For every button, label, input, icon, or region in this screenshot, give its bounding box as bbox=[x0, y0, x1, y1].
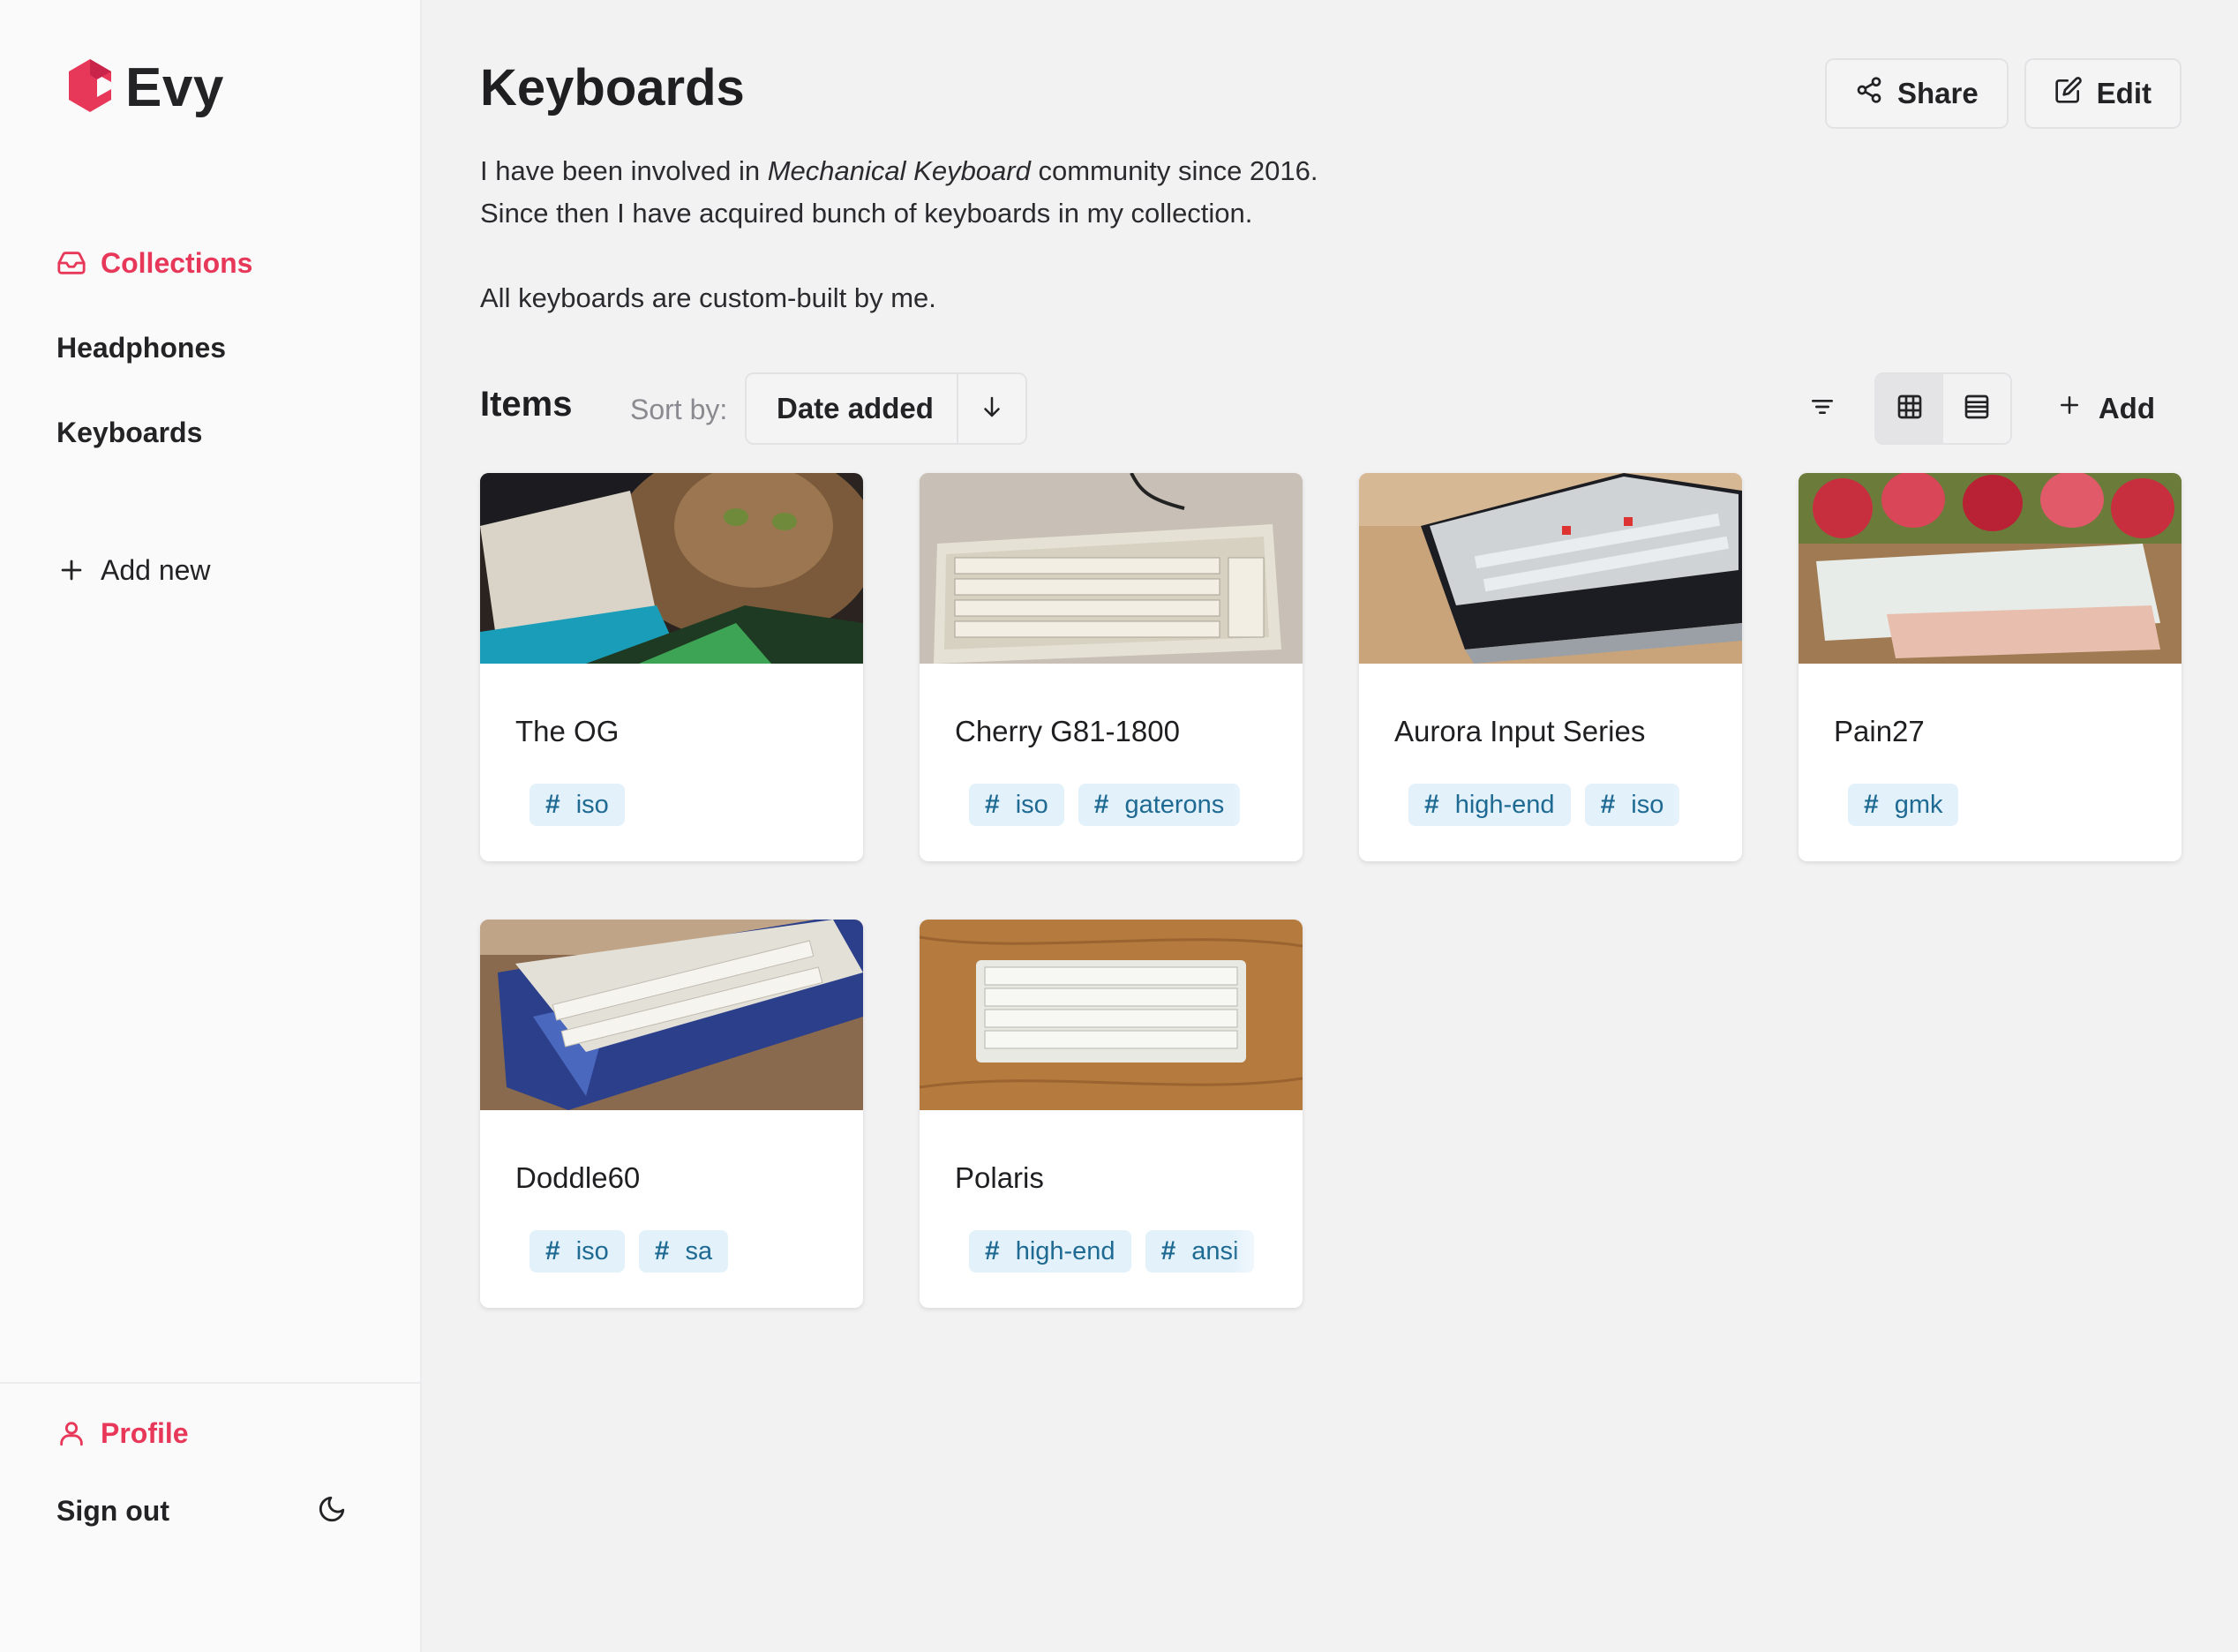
item-tags: # iso bbox=[529, 784, 838, 826]
sort-value[interactable]: Date added bbox=[747, 392, 957, 425]
edit-button[interactable]: Edit bbox=[2024, 58, 2182, 129]
profile-label: Profile bbox=[101, 1416, 189, 1449]
sidebar-nav: Collections Headphones Keyboards bbox=[56, 235, 392, 489]
evy-logo-icon bbox=[65, 57, 115, 118]
hash-icon: # bbox=[654, 1236, 670, 1265]
share-button[interactable]: Share bbox=[1824, 58, 2009, 129]
sidebar-item-label: Collections bbox=[101, 246, 253, 279]
item-card[interactable]: Cherry G81-1800 # iso # gaterons bbox=[920, 473, 1303, 861]
tag[interactable]: # sa bbox=[638, 1230, 729, 1273]
main-content: Keyboards Share Edit I have been involve… bbox=[480, 0, 2182, 1652]
tag[interactable]: # iso bbox=[969, 784, 1064, 826]
hash-icon: # bbox=[1160, 1236, 1176, 1265]
item-title: Pain27 bbox=[1834, 715, 1925, 747]
add-new-label: Add new bbox=[101, 553, 211, 586]
moon-icon bbox=[317, 1494, 347, 1528]
sidebar-item-collections[interactable]: Collections bbox=[56, 235, 392, 291]
item-image bbox=[480, 473, 863, 664]
item-card[interactable]: The OG # iso bbox=[480, 473, 863, 861]
add-new-collection-button[interactable]: Add new bbox=[56, 542, 211, 598]
sort-label: Sort by: bbox=[630, 394, 728, 425]
grid-view-button[interactable] bbox=[1876, 374, 1943, 443]
filter-icon bbox=[1808, 393, 1836, 425]
item-card[interactable]: Pain27 # gmk bbox=[1799, 473, 2182, 861]
hash-icon: # bbox=[1864, 790, 1879, 819]
header-actions: Share Edit bbox=[1824, 58, 2182, 129]
hash-icon: # bbox=[1600, 790, 1616, 819]
collection-description: I have been involved in Mechanical Keybo… bbox=[480, 150, 1716, 319]
item-image bbox=[1799, 473, 2182, 664]
tag[interactable]: # gaterons bbox=[1078, 784, 1241, 826]
inbox-icon bbox=[56, 248, 86, 278]
plus-icon bbox=[2056, 392, 2099, 425]
description-line-2: Since then I have acquired bunch of keyb… bbox=[480, 198, 1253, 229]
grid-icon bbox=[1896, 393, 1924, 425]
description-line-3: All keyboards are custom-built by me. bbox=[480, 282, 936, 313]
tag[interactable]: # high-end bbox=[1408, 784, 1571, 826]
add-item-button[interactable]: Add bbox=[2056, 385, 2155, 432]
tag[interactable]: # iso bbox=[1584, 784, 1680, 826]
sort-select[interactable]: Date added bbox=[745, 372, 1027, 445]
sidebar: Evy Collections Headphones Keyboards Add… bbox=[0, 0, 422, 1652]
item-tags: # high-end # iso bbox=[1408, 784, 1717, 826]
tag[interactable]: # ansi bbox=[1145, 1230, 1255, 1273]
sidebar-item-keyboards[interactable]: Keyboards bbox=[56, 404, 392, 461]
hash-icon: # bbox=[545, 1236, 560, 1265]
sidebar-item-label: Headphones bbox=[56, 331, 227, 364]
item-tags: # gmk bbox=[1848, 784, 2157, 826]
item-title: Polaris bbox=[955, 1161, 1044, 1194]
edit-label: Edit bbox=[2096, 77, 2152, 109]
item-image bbox=[920, 473, 1303, 664]
hash-icon: # bbox=[985, 1236, 1000, 1265]
items-toolbar: Items Sort by: Date added Add bbox=[480, 372, 2182, 445]
filter-button[interactable] bbox=[1799, 385, 1846, 432]
item-card[interactable]: Aurora Input Series # high-end # iso bbox=[1359, 473, 1742, 861]
add-label: Add bbox=[2098, 392, 2155, 424]
share-label: Share bbox=[1896, 77, 1979, 109]
plus-icon bbox=[56, 555, 86, 585]
app-name: Evy bbox=[125, 57, 224, 118]
sidebar-item-label: Keyboards bbox=[56, 416, 203, 448]
tag[interactable]: # iso bbox=[529, 1230, 625, 1273]
item-title: Cherry G81-1800 bbox=[955, 715, 1180, 747]
item-tags: # high-end # ansi bbox=[969, 1230, 1278, 1273]
edit-icon bbox=[2054, 76, 2097, 111]
tag[interactable]: # high-end bbox=[969, 1230, 1131, 1273]
tag[interactable]: # iso bbox=[529, 784, 625, 826]
hash-icon: # bbox=[545, 790, 560, 819]
item-title: Doddle60 bbox=[515, 1161, 641, 1194]
sign-out-label: Sign out bbox=[56, 1494, 169, 1527]
sort-direction-button[interactable] bbox=[957, 373, 1025, 444]
item-tags: # iso # gaterons bbox=[969, 784, 1278, 826]
sign-out-button[interactable]: Sign out bbox=[56, 1479, 169, 1543]
item-image bbox=[1359, 473, 1742, 664]
tag[interactable]: # gmk bbox=[1848, 784, 1959, 826]
items-heading: Items bbox=[480, 385, 573, 424]
theme-toggle[interactable] bbox=[309, 1488, 355, 1534]
item-card[interactable]: Doddle60 # iso # sa bbox=[480, 920, 863, 1308]
item-image bbox=[920, 920, 1303, 1110]
list-view-button[interactable] bbox=[1943, 374, 2010, 443]
item-title: The OG bbox=[515, 715, 620, 747]
share-icon bbox=[1855, 76, 1897, 111]
sidebar-item-headphones[interactable]: Headphones bbox=[56, 319, 392, 376]
sidebar-footer: Profile Sign out bbox=[0, 1382, 422, 1652]
view-mode-toggle bbox=[1874, 372, 2012, 445]
page-title: Keyboards bbox=[480, 59, 745, 116]
item-card[interactable]: Polaris # high-end # ansi bbox=[920, 920, 1303, 1308]
user-icon bbox=[56, 1418, 86, 1448]
description-line-1: I have been involved in Mechanical Keybo… bbox=[480, 155, 1318, 186]
item-tags: # iso # sa bbox=[529, 1230, 838, 1273]
hash-icon: # bbox=[1424, 790, 1439, 819]
hash-icon: # bbox=[1093, 790, 1109, 819]
hash-icon: # bbox=[985, 790, 1000, 819]
arrow-down-icon bbox=[979, 394, 1005, 424]
profile-link[interactable]: Profile bbox=[56, 1401, 189, 1465]
list-icon bbox=[1963, 393, 1991, 425]
item-title: Aurora Input Series bbox=[1394, 715, 1646, 747]
app-logo[interactable]: Evy bbox=[65, 56, 224, 119]
item-image bbox=[480, 920, 863, 1110]
